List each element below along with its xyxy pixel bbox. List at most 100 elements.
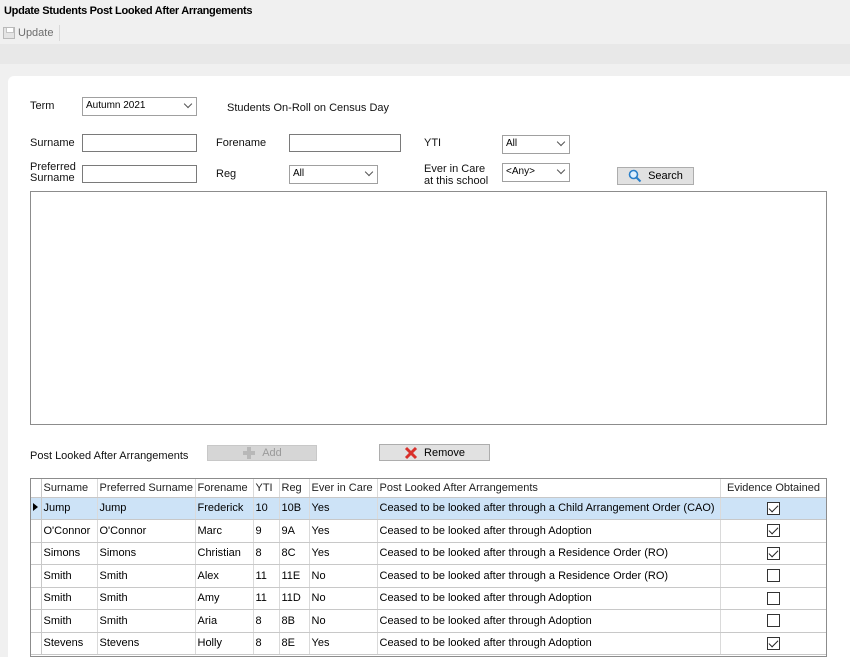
row-header[interactable] (31, 519, 42, 543)
yti-select[interactable]: All (502, 135, 570, 154)
row-header[interactable] (31, 609, 42, 633)
save-disk-icon (3, 27, 15, 39)
cell-yti[interactable]: 8 (253, 609, 280, 633)
search-results-grid[interactable] (30, 191, 827, 425)
row-header[interactable] (31, 497, 42, 520)
cell-ever-in-care[interactable]: No (309, 564, 378, 588)
cell-arrangement[interactable]: Ceased to be looked after through a Resi… (377, 542, 721, 565)
cell-arrangement[interactable]: Ceased to be looked after through Adopti… (377, 587, 721, 610)
remove-button[interactable]: Remove (379, 444, 490, 461)
row-header[interactable] (31, 632, 42, 655)
cell-reg[interactable]: 8E (279, 632, 310, 655)
ever-in-care-label: Ever in Care at this school (424, 163, 488, 187)
cell-ever-in-care[interactable]: Yes (309, 519, 378, 543)
cell-yti[interactable]: 8 (253, 542, 280, 565)
cell-ever-in-care[interactable]: Yes (309, 497, 378, 520)
column-header-forename[interactable]: Forename (195, 479, 254, 498)
evidence-checkbox[interactable] (767, 524, 780, 538)
cell-reg[interactable]: 9A (279, 519, 310, 543)
cell-ever-in-care[interactable]: Yes (309, 542, 378, 565)
column-header-ever-in-care[interactable]: Ever in Care (309, 479, 378, 498)
add-icon (243, 447, 256, 459)
window-title: Update Students Post Looked After Arrang… (4, 5, 253, 17)
cell-arrangement[interactable]: Ceased to be looked after through a Resi… (377, 564, 721, 588)
table-row[interactable]: Smith Smith Alex 11 11E No Ceased to be looked… (31, 564, 826, 588)
forename-input[interactable] (289, 134, 401, 152)
row-header[interactable] (31, 564, 42, 588)
cell-forename[interactable]: Alex (195, 564, 254, 588)
cell-preferred-surname[interactable]: Smith (97, 587, 196, 610)
cell-forename[interactable]: Christian (195, 542, 254, 565)
term-value: Autumn 2021 (86, 100, 146, 111)
row-header[interactable] (31, 587, 42, 610)
cell-yti[interactable]: 8 (253, 632, 280, 655)
add-button[interactable]: Add (207, 445, 317, 461)
preferred-surname-input[interactable] (82, 165, 197, 183)
cell-reg[interactable]: 11D (279, 587, 310, 610)
table-row[interactable]: Smith Smith Aria 8 8B No Ceased to be looked a… (31, 609, 826, 633)
cell-ever-in-care[interactable]: No (309, 609, 378, 633)
evidence-checkbox[interactable] (767, 501, 780, 515)
cell-preferred-surname[interactable]: Simons (97, 542, 196, 565)
cell-yti[interactable]: 9 (253, 519, 280, 543)
cell-preferred-surname[interactable]: Stevens (97, 632, 196, 655)
chevron-down-icon (183, 99, 193, 109)
cell-surname[interactable]: Smith (41, 587, 98, 610)
ever-in-care-select[interactable]: <Any> (502, 163, 570, 182)
cell-yti[interactable]: 11 (253, 564, 280, 588)
arrangements-section-label: Post Looked After Arrangements (30, 450, 189, 462)
evidence-checkbox[interactable] (767, 614, 780, 628)
column-header-yti[interactable]: YTI (253, 479, 280, 498)
column-header-arrangement[interactable]: Post Looked After Arrangements (377, 479, 721, 498)
cell-preferred-surname[interactable]: O'Connor (97, 519, 196, 543)
evidence-checkbox[interactable] (767, 546, 780, 560)
column-header-evidence[interactable]: Evidence Obtained (720, 479, 826, 498)
cell-surname[interactable]: Smith (41, 609, 98, 633)
cell-forename[interactable]: Holly (195, 632, 254, 655)
table-row[interactable]: Jump Jump Frederick 10 10B Yes Ceased to be lo… (31, 497, 826, 520)
cell-ever-in-care[interactable]: Yes (309, 632, 378, 655)
cell-forename[interactable]: Frederick (195, 497, 254, 520)
cell-yti[interactable]: 10 (253, 497, 280, 520)
column-header-preferred-surname[interactable]: Preferred Surname (97, 479, 196, 498)
cell-preferred-surname[interactable]: Smith (97, 609, 196, 633)
cell-reg[interactable]: 8C (279, 542, 310, 565)
cell-reg[interactable]: 11E (279, 564, 310, 588)
table-row[interactable]: O'Connor O'Connor Marc 9 9A Yes Ceased to be l… (31, 519, 826, 543)
cell-surname[interactable]: Smith (41, 564, 98, 588)
row-header-corner (31, 479, 42, 498)
row-header[interactable] (31, 542, 42, 565)
term-select[interactable]: Autumn 2021 (82, 97, 197, 116)
evidence-checkbox[interactable] (767, 569, 780, 583)
cell-evidence-obtained (720, 564, 826, 588)
cell-arrangement[interactable]: Ceased to be looked after through Adopti… (377, 632, 721, 655)
cell-arrangement[interactable]: Ceased to be looked after through Adopti… (377, 609, 721, 633)
cell-arrangement[interactable]: Ceased to be looked after through Adopti… (377, 519, 721, 543)
table-row[interactable]: Simons Simons Christian 8 8C Yes Ceased to be … (31, 542, 826, 565)
evidence-checkbox[interactable] (767, 636, 780, 650)
cell-preferred-surname[interactable]: Smith (97, 564, 196, 588)
evidence-checkbox[interactable] (767, 591, 780, 605)
cell-yti[interactable]: 11 (253, 587, 280, 610)
cell-forename[interactable]: Marc (195, 519, 254, 543)
column-header-surname[interactable]: Surname (41, 479, 98, 498)
cell-surname[interactable]: Simons (41, 542, 98, 565)
cell-reg[interactable]: 8B (279, 609, 310, 633)
cell-preferred-surname[interactable]: Jump (97, 497, 196, 520)
cell-forename[interactable]: Amy (195, 587, 254, 610)
cell-surname[interactable]: Jump (41, 497, 98, 520)
cell-ever-in-care[interactable]: No (309, 587, 378, 610)
cell-surname[interactable]: O'Connor (41, 519, 98, 543)
surname-input[interactable] (82, 134, 197, 152)
search-label: Search (648, 170, 683, 182)
update-button[interactable]: Update (3, 25, 61, 41)
table-row[interactable]: Smith Smith Amy 11 11D No Ceased to be looked … (31, 587, 826, 610)
table-row[interactable]: Stevens Stevens Holly 8 8E Yes Ceased to be lo… (31, 632, 826, 655)
cell-arrangement[interactable]: Ceased to be looked after through a Chil… (377, 497, 721, 520)
search-button[interactable]: Search (617, 167, 694, 185)
column-header-reg[interactable]: Reg (279, 479, 310, 498)
cell-surname[interactable]: Stevens (41, 632, 98, 655)
reg-select[interactable]: All (289, 165, 378, 184)
cell-reg[interactable]: 10B (279, 497, 310, 520)
cell-forename[interactable]: Aria (195, 609, 254, 633)
